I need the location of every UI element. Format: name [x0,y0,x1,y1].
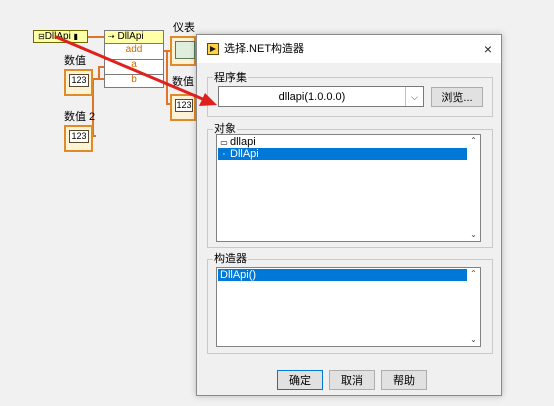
numeric-3-indicator-terminal[interactable]: 123 [170,94,196,121]
browse-button[interactable]: 浏览... [431,87,483,107]
scroll-up-icon[interactable]: ⌃ [468,269,479,279]
wire [98,66,100,80]
invoke-node-header: ⇢ DllApi [105,31,163,44]
chevron-down-icon[interactable]: ⌵ [405,87,423,106]
select-net-constructor-dialog: 选择.NET构造器 × 程序集 dllapi(1.0.0.0) ⌵ 浏览... … [196,34,502,396]
constructors-list[interactable]: DllApi() ⌃ ⌄ [216,267,481,347]
list-item[interactable]: · DllApi [218,148,467,160]
numeric-3-type-label: 123 [175,99,193,112]
class-icon: · [222,148,226,160]
constructor-node[interactable]: ⊟DllApi ▮ [33,30,88,43]
gauge-indicator-terminal[interactable] [170,36,196,66]
numeric-3-label: 数值 3 [172,76,196,88]
cancel-button[interactable]: 取消 [329,370,375,390]
gauge-label: 仪表 [173,22,195,34]
input-b[interactable]: b [105,74,163,85]
numeric-2-type-label: 123 [69,130,89,143]
objects-list[interactable]: ▭ dllapi · DllApi ⌃ ⌄ [216,134,481,242]
dialog-title: 选择.NET构造器 [224,43,305,55]
scroll-up-icon[interactable]: ⌃ [468,136,479,146]
close-icon[interactable]: × [480,41,496,57]
invoke-arrow-icon: ⇢ [108,32,115,41]
input-a[interactable]: a [105,59,163,70]
list-item[interactable]: DllApi() [218,269,467,281]
assembly-label: 程序集 [213,72,248,84]
assembly-select-value: dllapi(1.0.0.0) [278,91,346,103]
numeric-label: 数值 [64,55,86,67]
wire [166,50,168,104]
constructor-node-label: ⊟DllApi ▮ [38,31,79,42]
assembly-select[interactable]: dllapi(1.0.0.0) ⌵ [218,86,424,107]
method-add[interactable]: add [105,45,163,56]
ref-terminal-icon: ▮ [73,32,79,41]
scroll-down-icon[interactable]: ⌄ [468,230,479,240]
list-item[interactable]: ▭ dllapi [218,136,467,148]
numeric-type-label: 123 [69,74,89,87]
constructors-label: 构造器 [213,253,248,265]
net-object-icon: ⊟ [38,32,45,41]
labview-app-icon [207,43,219,55]
numeric-2-control-terminal[interactable]: 123 [64,125,93,152]
dialog-titlebar[interactable]: 选择.NET构造器 × [197,35,501,63]
numeric-control-terminal[interactable]: 123 [64,69,93,96]
invoke-node[interactable]: ⇢ DllApi add a b [104,30,164,88]
wire [87,36,104,38]
help-button[interactable]: 帮助 [381,370,427,390]
ok-button[interactable]: 确定 [277,370,323,390]
scroll-down-icon[interactable]: ⌄ [468,335,479,345]
gauge-icon [175,41,195,59]
numeric-2-label: 数值 2 [64,111,96,123]
